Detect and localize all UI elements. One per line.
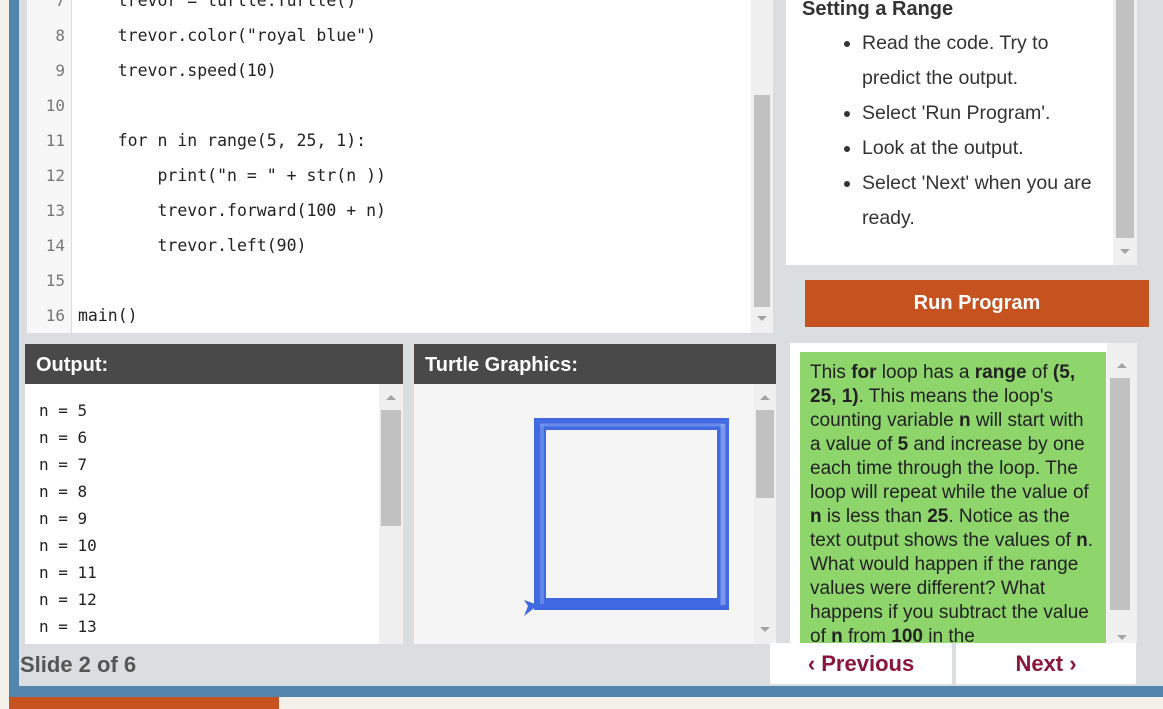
- line-number: 10: [45, 96, 65, 115]
- output-line: n = 11: [39, 563, 97, 582]
- output-panel[interactable]: n = 5 n = 6 n = 7 n = 8 n = 9 n = 10 n = 11 n =…: [25, 384, 403, 644]
- next-button[interactable]: Next ›: [956, 643, 1136, 684]
- code-text[interactable]: main(): [78, 298, 138, 333]
- line-number: 15: [45, 271, 65, 290]
- output-header: Output:: [25, 344, 403, 384]
- output-scrollbar-thumb[interactable]: [381, 410, 401, 526]
- bottom-accent-strip: [9, 697, 279, 709]
- turtle-path: [534, 418, 729, 610]
- code-text[interactable]: trevor.left(90): [78, 228, 306, 263]
- explanation-panel: This for loop has a range of (5, 25, 1).…: [790, 343, 1137, 643]
- turtle-header: Turtle Graphics:: [414, 344, 776, 384]
- code-line[interactable]: 15: [27, 263, 747, 298]
- line-number: 12: [45, 166, 65, 185]
- explanation-bold: n: [831, 626, 843, 643]
- turtle-scrollbar[interactable]: [754, 384, 776, 644]
- code-line[interactable]: 16 main(): [27, 298, 747, 333]
- output-line: n = 9: [39, 509, 88, 528]
- explanation-span: loop has a: [876, 362, 975, 383]
- explanation-scroll-up-arrow[interactable]: [1117, 363, 1127, 368]
- line-number: 9: [55, 61, 65, 80]
- output-line: n = 6: [39, 428, 88, 447]
- editor-scroll-down-arrow[interactable]: [757, 316, 767, 321]
- output-line: n = 8: [39, 482, 88, 501]
- explanation-span: is less than: [821, 506, 928, 527]
- output-line: n = 10: [39, 536, 97, 555]
- explanation-scrollbar-thumb[interactable]: [1110, 378, 1130, 610]
- turtle-scroll-down-arrow[interactable]: [760, 627, 770, 632]
- output-line: n = 5: [39, 401, 88, 420]
- line-number: 16: [45, 306, 65, 325]
- line-number: 14: [45, 236, 65, 255]
- output-line: n = 7: [39, 455, 88, 474]
- code-text[interactable]: trevor.forward(100 + n): [78, 193, 385, 228]
- line-number: 8: [55, 26, 65, 45]
- explanation-bold: for: [851, 362, 877, 383]
- code-line[interactable]: 14 trevor.left(90): [27, 228, 747, 263]
- instructions-scroll-down-arrow[interactable]: [1120, 249, 1130, 254]
- explanation-span: from: [842, 626, 892, 643]
- output-scroll-up-arrow[interactable]: [386, 395, 396, 400]
- explanation-scrollbar[interactable]: [1107, 343, 1137, 643]
- previous-button[interactable]: ‹ Previous: [770, 643, 952, 684]
- instructions-list: Read the code. Try to predict the output…: [810, 26, 1102, 236]
- output-line: n = 12: [39, 590, 97, 609]
- explanation-bold: 5: [897, 434, 909, 455]
- explanation-bold: n: [958, 410, 971, 431]
- code-line[interactable]: 8 trevor.color("royal blue"): [27, 18, 747, 53]
- instruction-item: Select 'Run Program'.: [862, 96, 1102, 131]
- code-editor[interactable]: 7 trevor = turtle.Turtle() 8 trevor.color…: [27, 0, 773, 333]
- slide-counter: Slide 2 of 6: [20, 652, 137, 677]
- line-number: 11: [45, 131, 65, 150]
- code-line[interactable]: 7 trevor = turtle.Turtle(): [27, 0, 747, 18]
- output-scrollbar[interactable]: [379, 384, 403, 644]
- editor-scrollbar[interactable]: [751, 0, 773, 333]
- explanation-scroll-down-arrow[interactable]: [1117, 635, 1127, 640]
- code-text[interactable]: trevor.speed(10): [78, 53, 277, 88]
- explanation-bold: range: [974, 362, 1027, 383]
- explanation-span: in the: [923, 626, 975, 643]
- explanation-bold: 25: [927, 506, 949, 527]
- explanation-span: of: [1026, 362, 1053, 383]
- code-text[interactable]: print("n = " + str(n )): [78, 158, 385, 193]
- explanation-span: This: [810, 362, 852, 383]
- run-program-button[interactable]: Run Program: [805, 280, 1149, 327]
- explanation-bold: n: [810, 506, 822, 527]
- instructions-panel: Setting a Range Read the code. Try to pr…: [786, 0, 1137, 265]
- code-line[interactable]: 12 print("n = " + str(n )): [27, 158, 747, 193]
- explanation-bold: 100: [891, 626, 923, 643]
- output-line: n = 13: [39, 617, 97, 636]
- instructions-heading: Setting a Range: [802, 0, 954, 20]
- code-text[interactable]: trevor.color("royal blue"): [78, 18, 376, 53]
- code-line[interactable]: 13 trevor.forward(100 + n): [27, 193, 747, 228]
- instruction-item: Select 'Next' when you are ready.: [862, 166, 1102, 236]
- code-line[interactable]: 9 trevor.speed(10): [27, 53, 747, 88]
- code-line[interactable]: 11 for n in range(5, 25, 1):: [27, 123, 747, 158]
- instructions-scrollbar-thumb[interactable]: [1116, 0, 1134, 238]
- code-text[interactable]: trevor = turtle.Turtle(): [78, 0, 356, 18]
- line-number: 7: [55, 0, 65, 10]
- explanation-text: This for loop has a range of (5, 25, 1).…: [800, 352, 1106, 643]
- instruction-item: Look at the output.: [862, 131, 1102, 166]
- editor-scrollbar-thumb[interactable]: [754, 95, 770, 307]
- turtle-canvas: [414, 384, 776, 644]
- turtle-scroll-up-arrow[interactable]: [760, 395, 770, 400]
- instructions-scrollbar[interactable]: [1113, 0, 1137, 265]
- output-title: Output:: [36, 354, 109, 376]
- turtle-drawing: [524, 418, 729, 616]
- turtle-scrollbar-thumb[interactable]: [756, 410, 774, 498]
- line-number: 13: [45, 201, 65, 220]
- explanation-bold: n: [1076, 530, 1088, 551]
- turtle-title: Turtle Graphics:: [425, 354, 578, 376]
- code-text[interactable]: for n in range(5, 25, 1):: [78, 123, 366, 158]
- code-line[interactable]: 10: [27, 88, 747, 123]
- instruction-item: Read the code. Try to predict the output…: [862, 26, 1102, 96]
